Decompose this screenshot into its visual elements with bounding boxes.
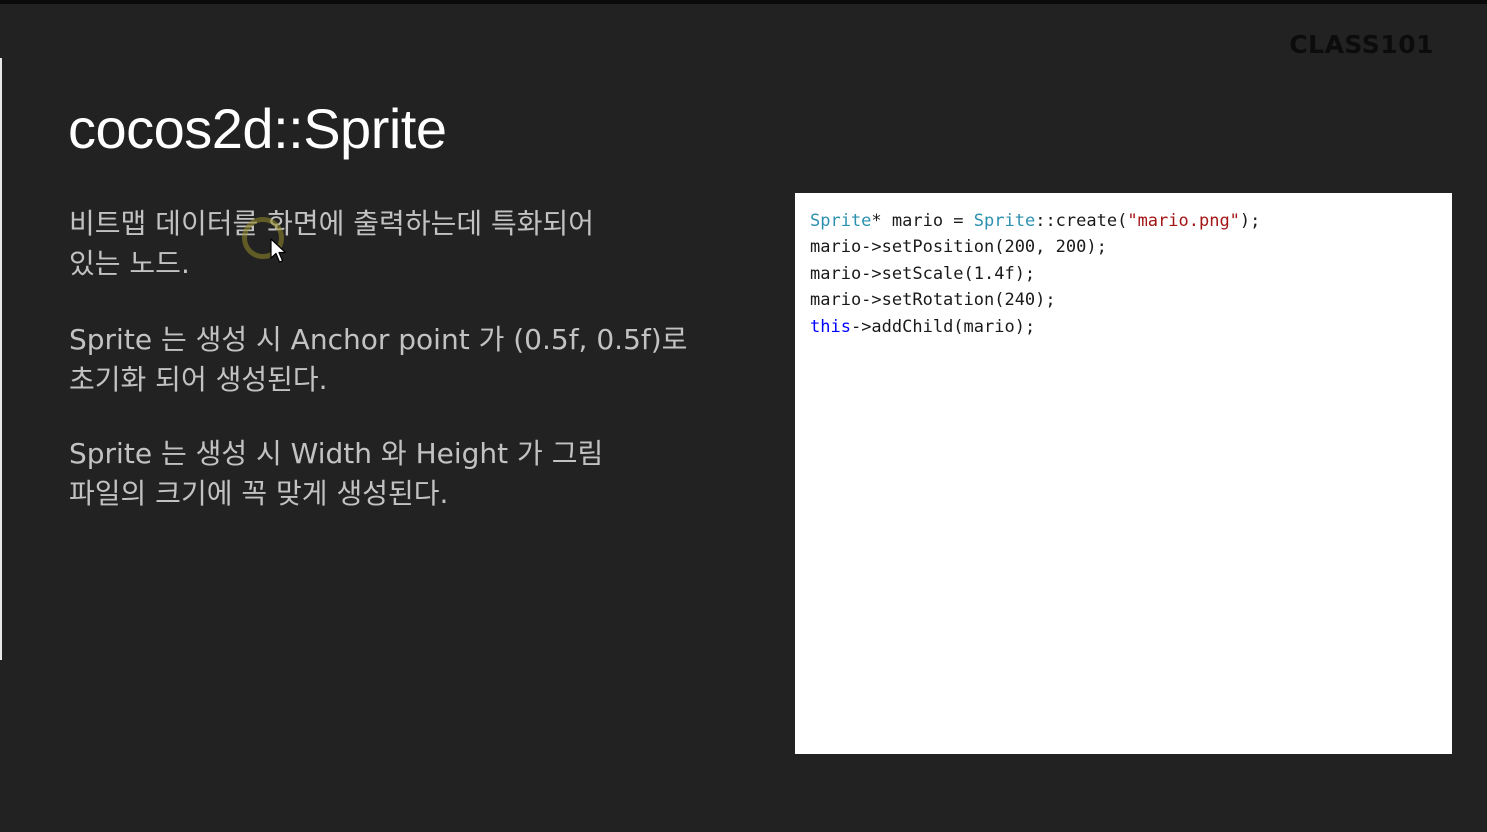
code-text: ); — [1239, 211, 1261, 231]
top-border — [0, 0, 1487, 4]
code-line-4: mario->setRotation(240); — [810, 290, 1056, 310]
code-type-token: Sprite — [810, 211, 872, 231]
code-text: ->addChild(mario); — [850, 317, 1036, 337]
presentation-slide: CLASS101 cocos2d::Sprite 비트맵 데이터를 화면에 출력… — [0, 0, 1487, 832]
mouse-pointer-icon — [270, 238, 287, 263]
code-text: * mario = — [871, 211, 974, 231]
slide-title: cocos2d::Sprite — [68, 97, 447, 160]
code-text: ::create( — [1035, 211, 1128, 231]
code-line-3: mario->setScale(1.4f); — [810, 264, 1036, 284]
description-paragraph-3: Sprite 는 생성 시 Width 와 Height 가 그림 파일의 크기… — [69, 437, 604, 510]
left-edge-line — [0, 58, 2, 660]
code-string-token: "mario.png" — [1127, 211, 1240, 231]
code-line-1: Sprite* mario = Sprite::create("mario.pn… — [810, 208, 1260, 234]
description-paragraph-2: Sprite 는 생성 시 Anchor point 가 (0.5f, 0.5f… — [69, 323, 688, 396]
code-type-token: Sprite — [973, 211, 1036, 231]
class101-logo: CLASS101 — [1289, 30, 1434, 59]
code-keyword-token: this — [810, 317, 851, 337]
code-line-2: mario->setPosition(200, 200); — [810, 237, 1107, 257]
code-line-5: this->addChild(mario); — [810, 314, 1035, 340]
description-paragraph-1: 비트맵 데이터를 화면에 출력하는데 특화되어 있는 노드. — [69, 207, 595, 280]
code-snippet-panel: Sprite* mario = Sprite::create("mario.pn… — [795, 193, 1452, 754]
